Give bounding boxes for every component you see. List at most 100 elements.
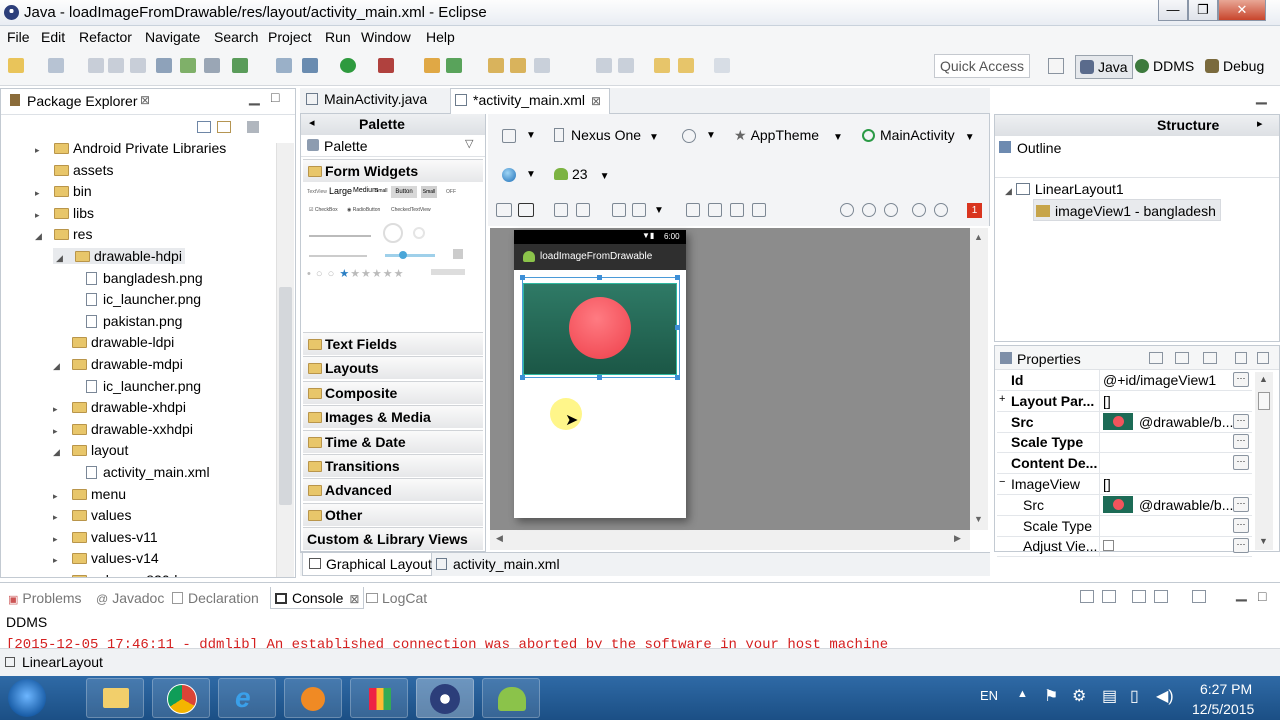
ie-taskbar-icon[interactable]: e <box>218 678 276 718</box>
save-all-icon[interactable] <box>108 58 124 73</box>
tree-item[interactable]: ▸ values-v14 <box>53 550 159 566</box>
minimize-editor-icon[interactable]: ▁ <box>1256 88 1267 105</box>
ellipsis-button[interactable]: ··· <box>1233 538 1249 554</box>
battery-icon[interactable]: ▯ <box>1130 686 1139 706</box>
property-value[interactable]: @drawable/b... <box>1139 497 1233 513</box>
widget-progress-normal[interactable] <box>413 227 425 239</box>
scroll-thumb[interactable] <box>279 287 292 505</box>
toggle-fill-height-icon[interactable] <box>576 203 590 217</box>
media-player-taskbar-icon[interactable] <box>284 678 342 718</box>
tree-item[interactable]: ◢ layout <box>53 442 128 458</box>
zoom-out-icon[interactable] <box>912 203 926 217</box>
expand-icon[interactable]: + <box>999 393 1005 405</box>
dropdown-icon[interactable]: ▼ <box>706 130 716 141</box>
action-center-flag-icon[interactable]: ⚑ <box>1044 686 1058 706</box>
twisty-icon[interactable]: ▸ <box>35 145 44 156</box>
tab-mainactivity[interactable]: MainActivity.java <box>306 91 427 107</box>
baseline-icon[interactable] <box>752 203 766 217</box>
perspective-java[interactable]: Java <box>1075 55 1133 79</box>
new-android-project-icon[interactable] <box>48 58 64 73</box>
checkbox[interactable] <box>1103 540 1114 552</box>
property-row[interactable]: + Layout Par... [] <box>997 390 1252 412</box>
tab-logcat[interactable]: LogCat <box>366 590 427 606</box>
new-icon[interactable] <box>8 58 24 73</box>
close-icon[interactable]: ⊠ <box>591 94 601 108</box>
palette-menu-icon[interactable]: ▽ <box>465 137 473 150</box>
next-annotation-icon[interactable] <box>596 58 612 73</box>
assign-weight-icon[interactable] <box>730 203 744 217</box>
widget-progress-horizontal[interactable] <box>309 255 367 257</box>
back-icon[interactable] <box>678 58 694 73</box>
explorer-taskbar-icon[interactable] <box>86 678 144 718</box>
layout-mode-2-icon[interactable] <box>518 203 534 217</box>
collapse-properties-icon[interactable] <box>1149 352 1163 364</box>
layout-mode-icon[interactable] <box>496 203 512 217</box>
properties-scrollbar[interactable]: ▲ ▼ <box>1255 372 1273 550</box>
show-hidden-icons[interactable]: ▲ <box>1017 688 1028 700</box>
twisty-icon[interactable]: ◢ <box>53 447 62 458</box>
device-icon[interactable]: ▤ <box>1102 686 1117 706</box>
search-icon[interactable] <box>534 58 550 73</box>
palette-form-widgets[interactable]: Form Widgets <box>303 159 483 182</box>
widget-ratingbar[interactable]: • ○ ○ ★★★★★★ <box>307 267 405 280</box>
sdk-manager-icon[interactable] <box>156 58 172 73</box>
debug-run-icon[interactable] <box>302 58 318 73</box>
widget-large-text[interactable]: Large <box>329 186 352 196</box>
start-button[interactable] <box>8 679 46 717</box>
tab-activity-main[interactable]: *activity_main.xml ⊠ <box>450 88 610 115</box>
checkbox-tool-icon[interactable] <box>232 58 248 73</box>
widget-quickcontact[interactable] <box>453 249 463 259</box>
margins-icon[interactable] <box>612 203 626 217</box>
close-icon[interactable]: ⊠ <box>349 592 359 606</box>
twisty-icon[interactable]: ◢ <box>35 231 44 242</box>
tree-item[interactable]: ic_launcher.png <box>71 378 201 394</box>
tab-xml-source[interactable]: activity_main.xml <box>436 556 560 572</box>
selection-handle[interactable] <box>675 375 680 380</box>
ellipsis-button[interactable]: ··· <box>1233 496 1249 512</box>
forward-icon[interactable] <box>714 58 730 73</box>
twisty-icon[interactable]: ▸ <box>35 188 44 199</box>
collapse-all-icon[interactable] <box>1257 352 1269 364</box>
twisty-icon[interactable]: ▸ <box>53 555 62 566</box>
pin-console-icon[interactable] <box>1132 590 1146 603</box>
lint-error-badge[interactable]: 1 <box>967 203 982 218</box>
twisty-icon[interactable]: ▸ <box>35 210 44 221</box>
property-row[interactable]: Content De... ··· <box>997 453 1252 475</box>
property-row[interactable]: − ImageView [] <box>997 474 1252 495</box>
ellipsis-button[interactable]: ··· <box>1233 434 1249 450</box>
property-row[interactable]: Id @+id/imageView1 ··· <box>997 370 1252 391</box>
selection-handle[interactable] <box>520 375 525 380</box>
tree-item[interactable]: ▸ Android Private Libraries <box>35 140 226 156</box>
ellipsis-button[interactable]: ··· <box>1233 517 1249 533</box>
open-task-icon[interactable] <box>510 58 526 73</box>
avd-manager-icon[interactable] <box>180 58 196 73</box>
menu-window[interactable]: Window <box>361 29 411 45</box>
language-indicator[interactable]: EN <box>980 688 998 703</box>
tree-item[interactable]: ▸ menu <box>53 486 126 502</box>
sort-properties-icon[interactable] <box>1175 352 1189 364</box>
tab-javadoc[interactable]: @ Javadoc <box>96 590 164 606</box>
widget-textview[interactable]: TextView <box>307 189 327 195</box>
ellipsis-button[interactable]: ··· <box>1233 372 1249 387</box>
tree-item[interactable]: ◢ res <box>35 226 92 242</box>
tree-scrollbar[interactable] <box>276 143 294 577</box>
dropdown-icon[interactable]: ▼ <box>526 169 536 180</box>
widget-ratingbar-small[interactable] <box>431 269 465 275</box>
twisty-icon[interactable]: ▸ <box>53 491 62 502</box>
property-row[interactable]: Src @drawable/b... ··· <box>997 411 1252 433</box>
open-type-icon[interactable] <box>488 58 504 73</box>
save-icon[interactable] <box>88 58 104 73</box>
selection-handle[interactable] <box>597 275 602 280</box>
menu-file[interactable]: File <box>7 29 30 45</box>
gravity-icon[interactable] <box>632 203 646 217</box>
eclipse-taskbar-icon[interactable] <box>416 678 474 718</box>
tree-item[interactable]: assets <box>35 162 113 178</box>
selection-handle[interactable] <box>675 325 680 330</box>
widget-seekbar[interactable] <box>385 254 435 257</box>
menu-edit[interactable]: Edit <box>41 29 65 45</box>
canvas-hscrollbar[interactable]: ◀ ▶ <box>490 530 970 550</box>
property-row[interactable]: Src @drawable/b... ··· <box>997 494 1252 516</box>
android-taskbar-icon[interactable] <box>482 678 540 718</box>
tree-item[interactable]: drawable-ldpi <box>53 334 174 350</box>
outline-imageview[interactable]: imageView1 - bangladesh <box>1033 199 1221 221</box>
